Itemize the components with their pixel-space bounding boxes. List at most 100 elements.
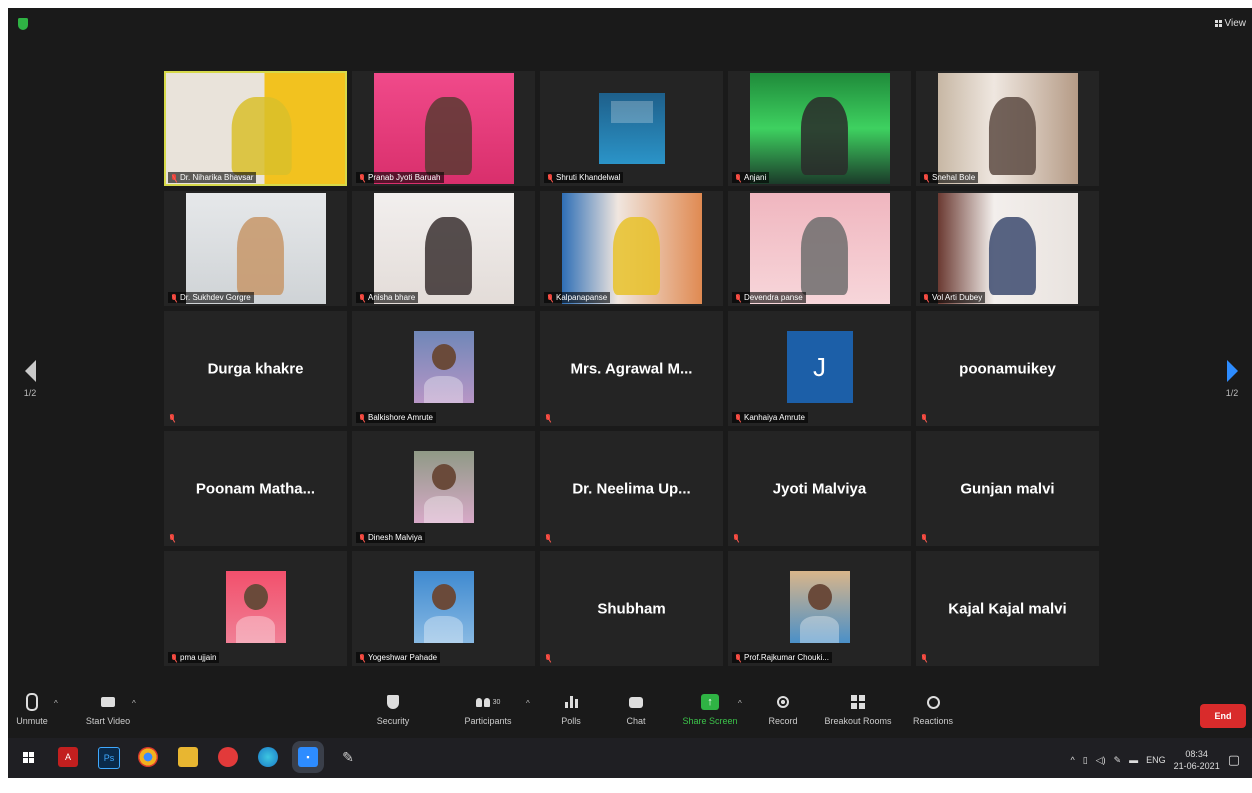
clock[interactable]: 08:34 21-06-2021 xyxy=(1174,748,1220,772)
participant-video xyxy=(937,73,1078,184)
battery-icon[interactable]: ▬ xyxy=(1129,755,1138,765)
avatar-body xyxy=(236,615,275,643)
page-indicator-right: 1/2 xyxy=(1225,388,1239,398)
volume-icon[interactable]: ◁) xyxy=(1096,755,1106,766)
file-explorer-icon[interactable] xyxy=(178,747,198,767)
muted-mic-icon xyxy=(359,413,365,422)
participant-tile[interactable]: Snehal Bole xyxy=(916,71,1099,186)
participant-display-name: Durga khakre xyxy=(207,360,304,377)
participant-tile[interactable]: Durga khakre xyxy=(164,311,347,426)
view-label: View xyxy=(1224,18,1247,29)
participant-tile[interactable]: poonamuikey xyxy=(916,311,1099,426)
participant-nameplate: Kalpanapanse xyxy=(544,292,611,303)
start-video-label: Start Video xyxy=(85,716,131,726)
view-button[interactable]: View xyxy=(1214,18,1247,29)
participant-nameplate: Devendra panse xyxy=(732,292,806,303)
tray-chevron-icon[interactable]: ^ xyxy=(1070,755,1074,765)
network-icon[interactable]: ▯ xyxy=(1083,755,1088,766)
participant-tile[interactable]: Kalpanapanse xyxy=(540,191,723,306)
edge-icon[interactable] xyxy=(258,747,278,767)
participant-video xyxy=(749,73,890,184)
acrobat-icon[interactable]: A xyxy=(58,747,78,767)
pen-icon[interactable]: ✎ xyxy=(1114,755,1122,766)
avatar-body xyxy=(424,495,463,523)
share-screen-button[interactable]: ↑ Share Screen xyxy=(675,693,745,726)
participant-tile[interactable]: Pranab Jyoti Baruah xyxy=(352,71,535,186)
previous-page-button[interactable]: 1/2 xyxy=(18,360,42,398)
breakout-rooms-button[interactable]: Breakout Rooms xyxy=(823,693,893,726)
participant-display-name: Dr. Neelima Up... xyxy=(572,480,691,497)
participant-tile[interactable]: Kajal Kajal malvi xyxy=(916,551,1099,666)
unmute-button[interactable]: Unmute xyxy=(8,693,67,726)
chat-button[interactable]: Chat xyxy=(601,693,671,726)
notifications-icon[interactable]: ▢ xyxy=(1228,752,1240,768)
participant-name: Kanhaiya Amrute xyxy=(744,413,805,422)
participant-tile[interactable]: Dr. Neelima Up... xyxy=(540,431,723,546)
chat-bubble-icon xyxy=(629,696,643,708)
windows-start-icon[interactable] xyxy=(18,747,38,767)
participant-video xyxy=(749,193,890,304)
participant-tile[interactable]: Shubham xyxy=(540,551,723,666)
muted-mic-icon xyxy=(923,293,929,302)
participant-tile[interactable]: Dr. Sukhdev Gorgre xyxy=(164,191,347,306)
language-indicator[interactable]: ENG xyxy=(1146,755,1166,765)
participant-video xyxy=(373,73,514,184)
app-tool-icon[interactable]: ✎ xyxy=(338,747,358,767)
zoom-icon[interactable]: ▪ xyxy=(298,747,318,767)
app-red-icon[interactable] xyxy=(218,747,238,767)
participants-label: Participants xyxy=(464,716,512,726)
profile-picture xyxy=(789,571,850,643)
participant-tile[interactable]: Gunjan malvi xyxy=(916,431,1099,546)
muted-mic-icon xyxy=(171,653,177,662)
polls-button[interactable]: Polls xyxy=(536,693,606,726)
end-meeting-button[interactable]: End xyxy=(1200,704,1246,728)
participant-tile[interactable]: Dr. Niharika Bhavsar xyxy=(164,71,347,186)
avatar-body xyxy=(424,615,463,643)
participant-tile[interactable]: Anjani xyxy=(728,71,911,186)
photoshop-icon[interactable]: Ps xyxy=(98,747,120,769)
chat-label: Chat xyxy=(626,716,646,726)
muted-mic-icon xyxy=(171,293,177,302)
muted-mic-icon xyxy=(923,173,929,182)
encryption-shield-icon[interactable] xyxy=(18,18,28,30)
reactions-button[interactable]: Reactions xyxy=(898,693,968,726)
participant-tile[interactable]: Vol Arti Dubey xyxy=(916,191,1099,306)
participant-display-name: poonamuikey xyxy=(959,360,1056,377)
participant-tile[interactable]: pma ujjain xyxy=(164,551,347,666)
security-button[interactable]: Security xyxy=(358,693,428,726)
share-options-caret-icon[interactable]: ^ xyxy=(738,699,742,708)
participant-nameplate: Balkishore Amrute xyxy=(356,412,436,423)
record-button[interactable]: Record xyxy=(748,693,818,726)
participants-button[interactable]: 30 Participants xyxy=(453,693,523,726)
participant-tile[interactable]: Prof.Rajkumar Chouki... xyxy=(728,551,911,666)
participants-caret-icon[interactable]: ^ xyxy=(526,699,530,708)
participant-name: Anisha bhare xyxy=(368,293,416,302)
participant-nameplate: Kanhaiya Amrute xyxy=(732,412,808,423)
participant-tile[interactable]: Yogeshwar Pahade xyxy=(352,551,535,666)
start-video-button[interactable]: Start Video xyxy=(73,693,143,726)
participant-nameplate: Yogeshwar Pahade xyxy=(356,652,441,663)
avatar-body xyxy=(424,375,463,403)
participant-video xyxy=(373,193,514,304)
person-silhouette xyxy=(236,217,285,296)
participant-nameplate: Snehal Bole xyxy=(920,172,979,183)
gallery-grid: Dr. Niharika Bhavsar Pranab Jyoti Baruah S… xyxy=(164,71,1099,669)
participant-tile[interactable]: Balkishore Amrute xyxy=(352,311,535,426)
participant-tile[interactable]: Shruti Khandelwal xyxy=(540,71,723,186)
windows-taskbar: A Ps ▪ ✎ ^ ▯ ◁) ✎ ▬ ENG 08:34 21-06-2021… xyxy=(8,738,1252,778)
participant-tile[interactable]: J Kanhaiya Amrute xyxy=(728,311,911,426)
video-options-caret-icon[interactable]: ^ xyxy=(132,699,136,708)
zoom-meeting-window: View 1/2 1/2 Dr. Niharika Bhavsar Pranab … xyxy=(8,8,1252,778)
chrome-icon[interactable] xyxy=(138,747,158,767)
participant-tile[interactable]: Devendra panse xyxy=(728,191,911,306)
participant-tile[interactable]: Anisha bhare xyxy=(352,191,535,306)
participant-name: Snehal Bole xyxy=(932,173,976,182)
participant-tile[interactable]: Dinesh Malviya xyxy=(352,431,535,546)
audio-options-caret-icon[interactable]: ^ xyxy=(54,699,58,708)
next-page-button[interactable]: 1/2 xyxy=(1220,360,1244,398)
participant-display-name: Mrs. Agrawal M... xyxy=(570,360,693,377)
participant-tile[interactable]: Mrs. Agrawal M... xyxy=(540,311,723,426)
person-silhouette xyxy=(424,97,473,176)
participant-tile[interactable]: Jyoti Malviya xyxy=(728,431,911,546)
participant-tile[interactable]: Poonam Matha... xyxy=(164,431,347,546)
